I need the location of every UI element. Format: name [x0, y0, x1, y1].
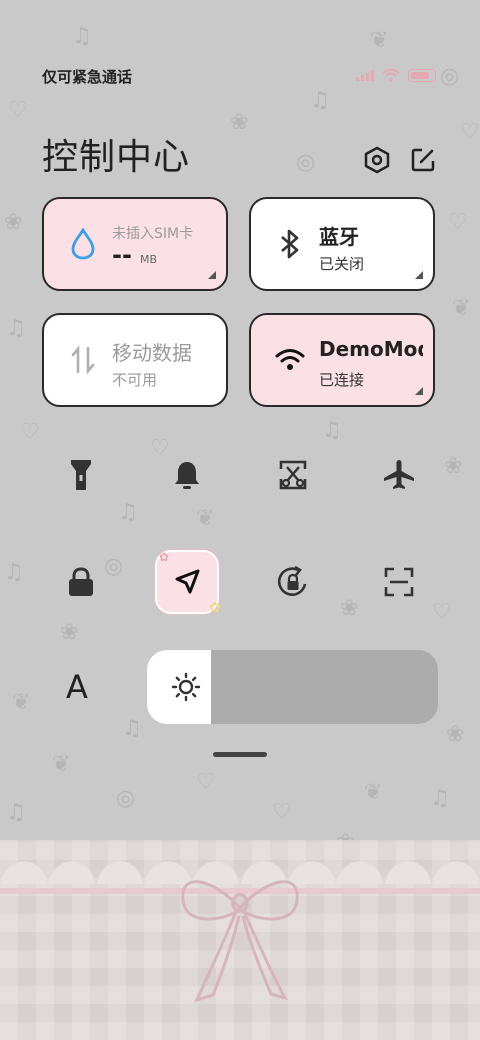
bow-deco: ❀ — [444, 454, 463, 479]
music-note-deco: ♫ — [6, 800, 26, 825]
bluetooth-icon — [273, 227, 307, 261]
status-icons — [356, 68, 436, 82]
bow-deco: ❀ — [340, 596, 359, 621]
location-icon[interactable]: ✿ ✿ — [155, 550, 221, 616]
water-drop-icon — [66, 227, 100, 261]
signal-icon — [356, 69, 374, 81]
bluetooth-status: 已关闭 — [319, 255, 365, 273]
edit-icon[interactable] — [407, 144, 439, 176]
bluetooth-title: 蓝牙 — [319, 225, 359, 249]
heart-deco: ♡ — [8, 98, 28, 123]
settings-hex-icon[interactable] — [361, 144, 393, 176]
music-note-deco: ♫ — [6, 316, 26, 341]
wifi-status: 已连接 — [319, 371, 365, 389]
cherry-deco: ❦ — [52, 752, 71, 777]
bluetooth-tile[interactable]: 蓝牙 已关闭 — [249, 197, 435, 291]
wifi-title: DemoMode — [319, 337, 423, 361]
bow-deco: ❀ — [60, 620, 79, 645]
cherry-deco: ❦ — [370, 28, 389, 53]
bell-icon[interactable] — [155, 443, 219, 507]
music-note-deco: ♫ — [310, 88, 330, 113]
status-carrier-text: 仅可紧急通话 — [42, 68, 133, 86]
heart-deco: ♡ — [448, 210, 468, 235]
cherry-deco: ❦ — [364, 780, 383, 805]
mobile-data-tile[interactable]: 移动数据 不可用 — [42, 313, 228, 407]
cherry-deco: ❦ — [452, 296, 471, 321]
data-usage-title: 未插入SIM卡 — [112, 226, 194, 242]
donut-deco: ◎ — [296, 150, 316, 175]
sticker-deco: ✿ — [159, 550, 170, 564]
heart-deco: ♡ — [460, 120, 480, 145]
sticker-deco: ✿ — [209, 600, 221, 616]
heart-deco: ♡ — [432, 600, 452, 625]
sun-icon — [171, 672, 201, 702]
donut-deco: ◎ — [440, 64, 460, 89]
mobile-data-title: 移动数据 — [112, 341, 192, 365]
battery-icon — [408, 68, 436, 82]
heart-deco: ♡ — [196, 770, 216, 795]
bow-deco: ❀ — [446, 722, 465, 747]
tile-corner-indicator — [415, 271, 423, 279]
music-note-deco: ♫ — [72, 24, 92, 49]
mobile-data-status: 不可用 — [112, 371, 158, 389]
wifi-status-icon — [382, 68, 400, 82]
lock-icon[interactable] — [49, 550, 113, 614]
wifi-icon — [273, 343, 307, 377]
drag-handle[interactable] — [213, 752, 267, 757]
flashlight-icon[interactable] — [49, 443, 113, 507]
music-note-deco: ♫ — [4, 560, 24, 585]
bow-deco: ❀ — [4, 210, 23, 235]
music-note-deco: ♫ — [122, 716, 142, 741]
airplane-icon[interactable] — [367, 443, 431, 507]
ribbon-bow-deco — [181, 880, 299, 1003]
scan-icon[interactable] — [367, 550, 431, 614]
music-note-deco: ♫ — [322, 418, 342, 443]
data-usage-unit: MB — [140, 253, 158, 266]
font-size-button[interactable]: A — [66, 668, 88, 706]
heart-deco: ♡ — [272, 800, 292, 825]
data-usage-value: -- — [112, 241, 132, 269]
screenshot-icon[interactable] — [261, 443, 325, 507]
bow-deco: ❀ — [230, 110, 249, 135]
data-usage-tile[interactable]: 未插入SIM卡 -- MB — [42, 197, 228, 291]
heart-deco: ♡ — [20, 420, 40, 445]
tile-corner-indicator — [415, 387, 423, 395]
cherry-deco: ❦ — [12, 690, 31, 715]
data-arrows-icon — [66, 343, 100, 377]
wifi-tile[interactable]: DemoMode 已连接 — [249, 313, 435, 407]
brightness-slider[interactable] — [147, 650, 438, 724]
rotation-lock-icon[interactable] — [261, 550, 325, 614]
cherry-deco: ❦ — [196, 506, 215, 531]
donut-deco: ◎ — [116, 786, 136, 811]
music-note-deco: ♫ — [118, 500, 138, 525]
tile-corner-indicator — [208, 271, 216, 279]
music-note-deco: ♫ — [430, 786, 450, 811]
page-title: 控制中心 — [42, 137, 191, 178]
